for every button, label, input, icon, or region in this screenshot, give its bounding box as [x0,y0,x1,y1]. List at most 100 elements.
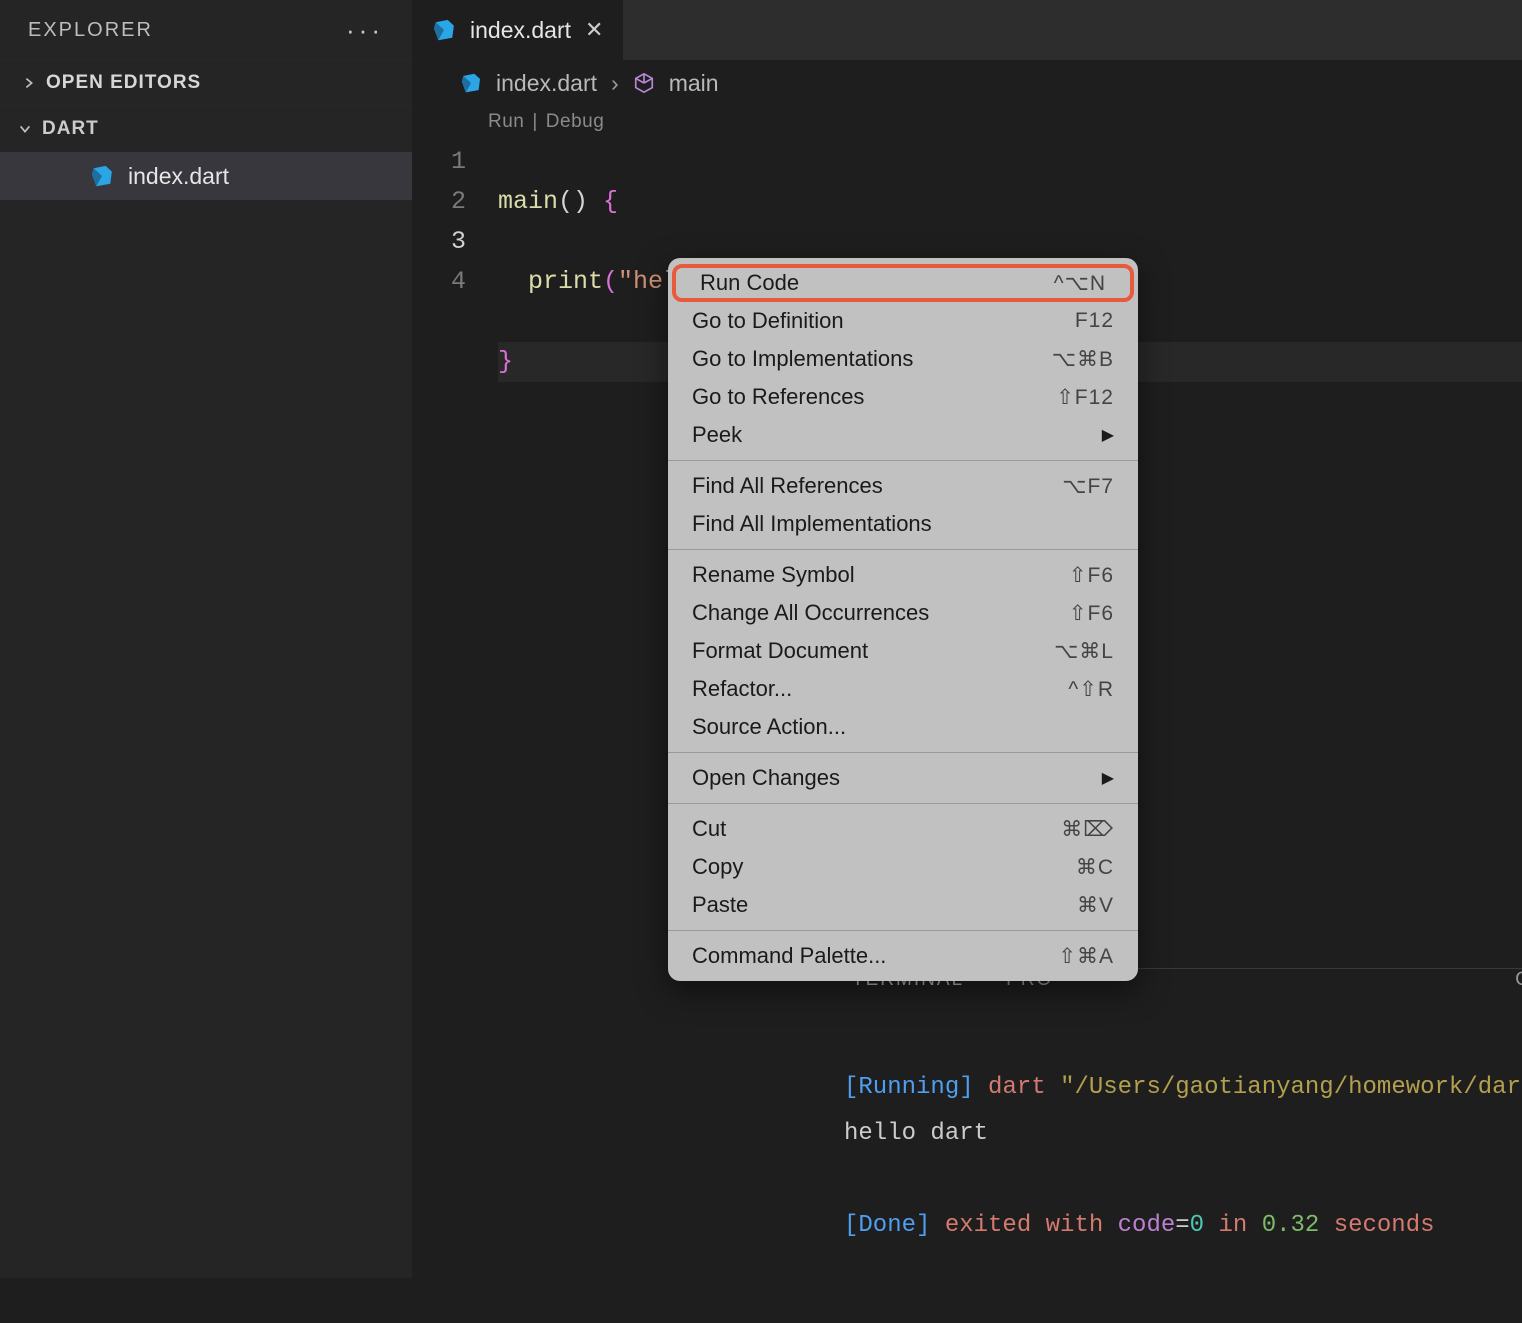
chevron-down-icon [18,122,32,136]
term-text: ] [959,1074,973,1101]
context-menu-label: Peek [692,422,742,448]
cube-icon [633,72,655,94]
term-text: exited with [930,1212,1117,1239]
context-menu-shortcut: ⌘C [1044,855,1114,880]
line-number: 3 [412,222,466,262]
context-menu-shortcut: ⇧F12 [1044,385,1114,410]
term-text: Running [858,1074,959,1101]
context-menu-shortcut: F12 [1044,309,1114,333]
tab-title: index.dart [470,17,571,44]
context-menu-shortcut: ^⌥N [1036,271,1106,296]
open-editors-label: OPEN EDITORS [46,72,201,94]
context-menu-label: Go to References [692,384,864,410]
token [498,267,528,296]
codelens-debug[interactable]: Debug [546,111,605,133]
context-menu-item[interactable]: Change All Occurrences⇧F6 [668,594,1138,632]
context-menu-shortcut: ⇧F6 [1044,601,1114,626]
term-text: ] [916,1212,930,1239]
folder-root-label: DART [42,118,99,140]
open-editors-section[interactable]: OPEN EDITORS [0,60,412,106]
term-text: dart [974,1074,1060,1101]
explorer-header: EXPLORER ··· [0,0,412,60]
term-text: in [1204,1212,1262,1239]
context-menu-item[interactable]: Find All References ⌥F7 [668,467,1138,505]
context-menu-shortcut: ⇧F6 [1044,563,1114,588]
context-menu-separator [668,549,1138,550]
terminal-output[interactable]: [ Running] dart "/Users/gaotianyang/homew… [824,991,1522,1323]
context-menu-label: Find All Implementations [692,511,932,537]
context-menu-label: Refactor... [692,676,792,702]
codelens: Run | Debug [412,106,1522,138]
token: main [498,187,558,216]
context-menu-item[interactable]: Open Changes ▶ [668,759,1138,797]
context-menu-separator [668,930,1138,931]
file-row[interactable]: index.dart [0,152,412,200]
context-menu-item[interactable]: Command Palette... ⇧⌘A [668,937,1138,975]
panel-tab-partial[interactable]: OLE [1515,969,1522,991]
context-menu-item[interactable]: Go to Implementations ⌥⌘B [668,340,1138,378]
context-menu-item[interactable]: Go to References ⇧F12 [668,378,1138,416]
context-menu-separator [668,460,1138,461]
term-text: hello dart [844,1120,988,1147]
line-number: 1 [412,142,466,182]
context-menu-item[interactable]: Source Action... [668,708,1138,746]
context-menu-shortcut: ⌥F7 [1044,474,1114,499]
context-menu-item[interactable]: Go to Definition F12 [668,302,1138,340]
term-text: code [1118,1212,1176,1239]
explorer-title: EXPLORER [28,19,153,42]
term-text: 0.32 [1262,1212,1320,1239]
codelens-run[interactable]: Run [488,111,524,133]
gutter: 1 2 3 4 [412,142,498,1278]
context-menu-item[interactable]: Run Code ^⌥N [672,264,1134,302]
folder-root[interactable]: DART [0,106,412,152]
term-text: [ [844,1212,858,1239]
context-menu-label: Command Palette... [692,943,886,969]
line-number: 2 [412,182,466,222]
token: { [603,187,618,216]
context-menu-label: Copy [692,854,743,880]
context-menu-item[interactable]: Refactor... ^⇧R [668,670,1138,708]
term-text: Done [858,1212,916,1239]
chevron-right-icon: ▶ [1102,768,1114,788]
context-menu-shortcut: ⌥⌘B [1044,347,1114,372]
bottom-panel: TERMINAL PRO OLE [Running] dart "/Users/… [824,968,1522,1278]
context-menu-label: Go to Definition [692,308,844,334]
context-menu-item[interactable]: Peek▶ [668,416,1138,454]
context-menu-separator [668,752,1138,753]
context-menu-item[interactable]: Paste⌘V [668,886,1138,924]
chevron-right-icon [22,76,36,90]
explorer-sidebar: EXPLORER ··· OPEN EDITORS DART index.dar… [0,0,412,1278]
context-menu-shortcut: ⇧⌘A [1044,944,1114,969]
dart-file-icon [432,18,457,43]
term-text: "/Users/gaotianyang/homework/dart/index.… [1060,1074,1522,1101]
context-menu-shortcut: ⌘V [1044,893,1114,918]
context-menu[interactable]: Run Code ^⌥N Go to Definition F12 Go to Impl… [668,258,1138,981]
dart-file-icon [460,72,483,95]
context-menu-label: Open Changes [692,765,840,791]
context-menu-item[interactable]: Rename Symbol⇧F6 [668,556,1138,594]
token: print [528,267,603,296]
close-icon[interactable]: ✕ [585,17,603,43]
context-menu-shortcut: ⌘⌦ [1044,817,1114,842]
context-menu-shortcut: ^⇧R [1044,677,1114,702]
chevron-right-icon: › [611,70,619,97]
token: ( [603,267,618,296]
breadcrumb-file: index.dart [496,70,597,97]
breadcrumb[interactable]: index.dart › main [412,60,1522,106]
line-number: 4 [412,262,466,302]
context-menu-label: Cut [692,816,726,842]
context-menu-item[interactable]: Find All Implementations [668,505,1138,543]
context-menu-label: Format Document [692,638,868,664]
context-menu-label: Go to Implementations [692,346,913,372]
token: } [498,347,513,376]
context-menu-item[interactable]: Copy ⌘C [668,848,1138,886]
file-name: index.dart [128,163,229,190]
editor-tab[interactable]: index.dart ✕ [412,0,623,60]
token: () [558,187,603,216]
context-menu-label: Run Code [700,270,799,296]
tab-bar: index.dart ✕ [412,0,1522,60]
term-text: seconds [1319,1212,1434,1239]
context-menu-label: Find All References [692,473,883,499]
context-menu-item[interactable]: Format Document⌥⌘L [668,632,1138,670]
context-menu-item[interactable]: Cut ⌘⌦ [668,810,1138,848]
